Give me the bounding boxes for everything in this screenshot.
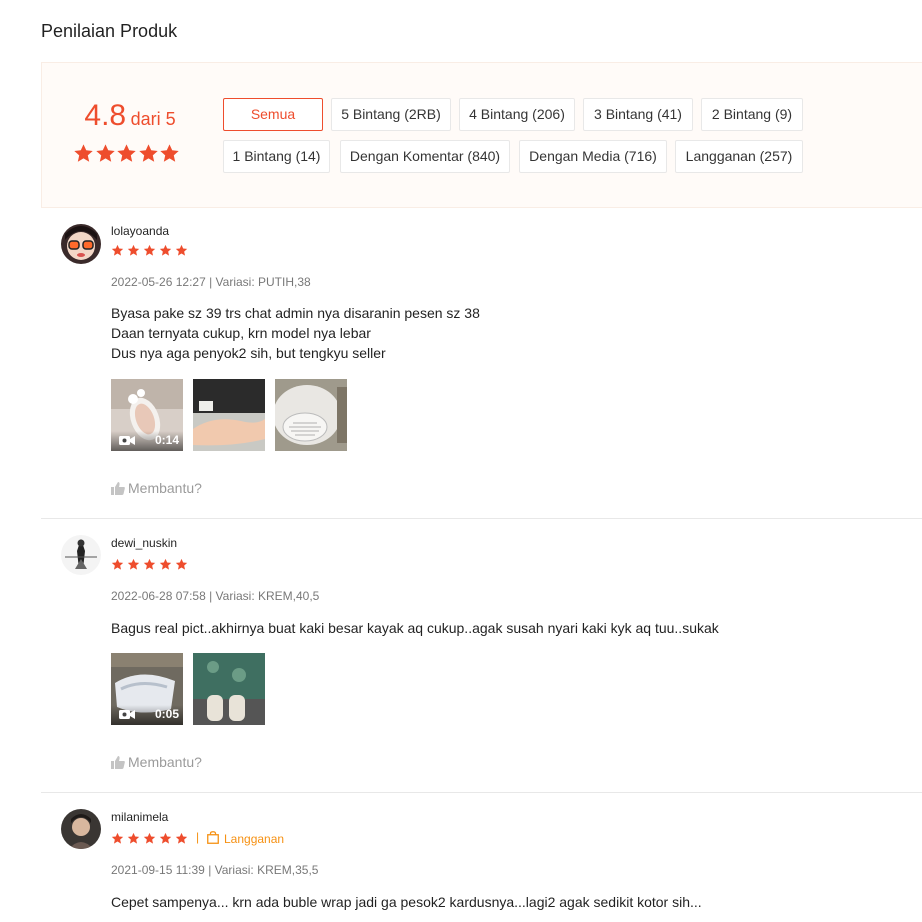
- star-icon: [95, 143, 116, 164]
- star-icon: [111, 244, 124, 257]
- star-icon: [159, 143, 180, 164]
- page-title: Penilaian Produk: [41, 21, 178, 41]
- avatar[interactable]: [61, 224, 101, 264]
- star-icon: [159, 244, 172, 257]
- filter-1-star[interactable]: 1 Bintang (14): [223, 140, 330, 173]
- reviewer-username[interactable]: dewi_nuskin: [111, 536, 177, 550]
- review-image-thumbnail[interactable]: [275, 379, 347, 451]
- filter-4-star[interactable]: 4 Bintang (206): [459, 98, 575, 131]
- rating-value: 4.8: [84, 99, 127, 132]
- review-meta: 2022-05-26 12:27 | Variasi: PUTIH,38: [111, 275, 311, 289]
- star-icon: [159, 832, 172, 845]
- review-meta: 2022-06-28 07:58 | Variasi: KREM,40,5: [111, 589, 320, 603]
- thumbs-up-icon: [111, 756, 125, 769]
- subscription-divider: |: [196, 830, 200, 844]
- star-icon: [175, 832, 188, 845]
- thumbs-up-icon: [111, 482, 125, 495]
- star-icon: [175, 244, 188, 257]
- video-camera-icon: [119, 710, 135, 719]
- star-icon: [138, 143, 159, 164]
- review-stars: [111, 558, 191, 576]
- review-stars: [111, 832, 191, 850]
- review-video-thumbnail[interactable]: 0:05: [111, 653, 183, 725]
- reviewer-username[interactable]: lolayoanda: [111, 224, 169, 238]
- avatar[interactable]: [61, 809, 101, 849]
- rating-suffix: dari 5: [130, 109, 176, 129]
- video-duration: 0:14: [154, 433, 179, 447]
- review-comment: Bagus real pict..akhirnya buat kaki besa…: [111, 620, 719, 636]
- rating-stars: [73, 143, 181, 169]
- review-item: dewi_nuskin 2022-06-28 07:58 | Variasi: …: [41, 519, 922, 793]
- review-item: lolayoanda 2022-05-26 12:27 | Variasi: P…: [41, 208, 922, 519]
- review-video-thumbnail[interactable]: 0:14: [111, 379, 183, 451]
- star-icon: [73, 143, 94, 164]
- helpful-button[interactable]: Membantu?: [111, 754, 202, 770]
- star-icon: [175, 558, 188, 571]
- filter-with-comment[interactable]: Dengan Komentar (840): [340, 140, 510, 173]
- rating-score: 4.8 dari 5: [74, 99, 180, 162]
- review-meta: 2021-09-15 11:39 | Variasi: KREM,35,5: [111, 863, 319, 877]
- helpful-button[interactable]: Membantu?: [111, 480, 202, 496]
- rating-overview: 4.8 dari 5 Semua 5 Bintang (2RB) 4 Binta…: [41, 62, 922, 208]
- star-icon: [111, 832, 124, 845]
- subscription-badge: Langganan: [224, 832, 285, 846]
- review-comment: Byasa pake sz 39 trs chat admin nya disa…: [111, 305, 480, 361]
- star-icon: [143, 558, 156, 571]
- star-icon: [143, 244, 156, 257]
- review-stars: [111, 244, 191, 262]
- star-icon: [111, 558, 124, 571]
- star-icon: [127, 558, 140, 571]
- video-duration: 0:05: [154, 707, 179, 721]
- star-icon: [127, 244, 140, 257]
- star-icon: [116, 143, 137, 164]
- review-image-thumbnail[interactable]: [193, 379, 265, 451]
- star-icon: [143, 832, 156, 845]
- filter-all[interactable]: Semua: [223, 98, 323, 131]
- shopping-bag-icon: [207, 831, 219, 844]
- review-comment: Cepet sampenya... krn ada buble wrap jad…: [111, 894, 702, 910]
- star-icon: [159, 558, 172, 571]
- star-icon: [127, 832, 140, 845]
- filter-3-star[interactable]: 3 Bintang (41): [583, 98, 693, 131]
- filter-with-media[interactable]: Dengan Media (716): [519, 140, 667, 173]
- reviewer-username[interactable]: milanimela: [111, 810, 168, 824]
- filter-2-star[interactable]: 2 Bintang (9): [701, 98, 803, 131]
- avatar[interactable]: [61, 535, 101, 575]
- filter-5-star[interactable]: 5 Bintang (2RB): [331, 98, 451, 131]
- review-image-thumbnail[interactable]: [193, 653, 265, 725]
- video-camera-icon: [119, 436, 135, 445]
- filter-subscription[interactable]: Langganan (257): [675, 140, 803, 173]
- review-item: milanimela | Langganan 2021-09-15 11:39 …: [41, 793, 922, 922]
